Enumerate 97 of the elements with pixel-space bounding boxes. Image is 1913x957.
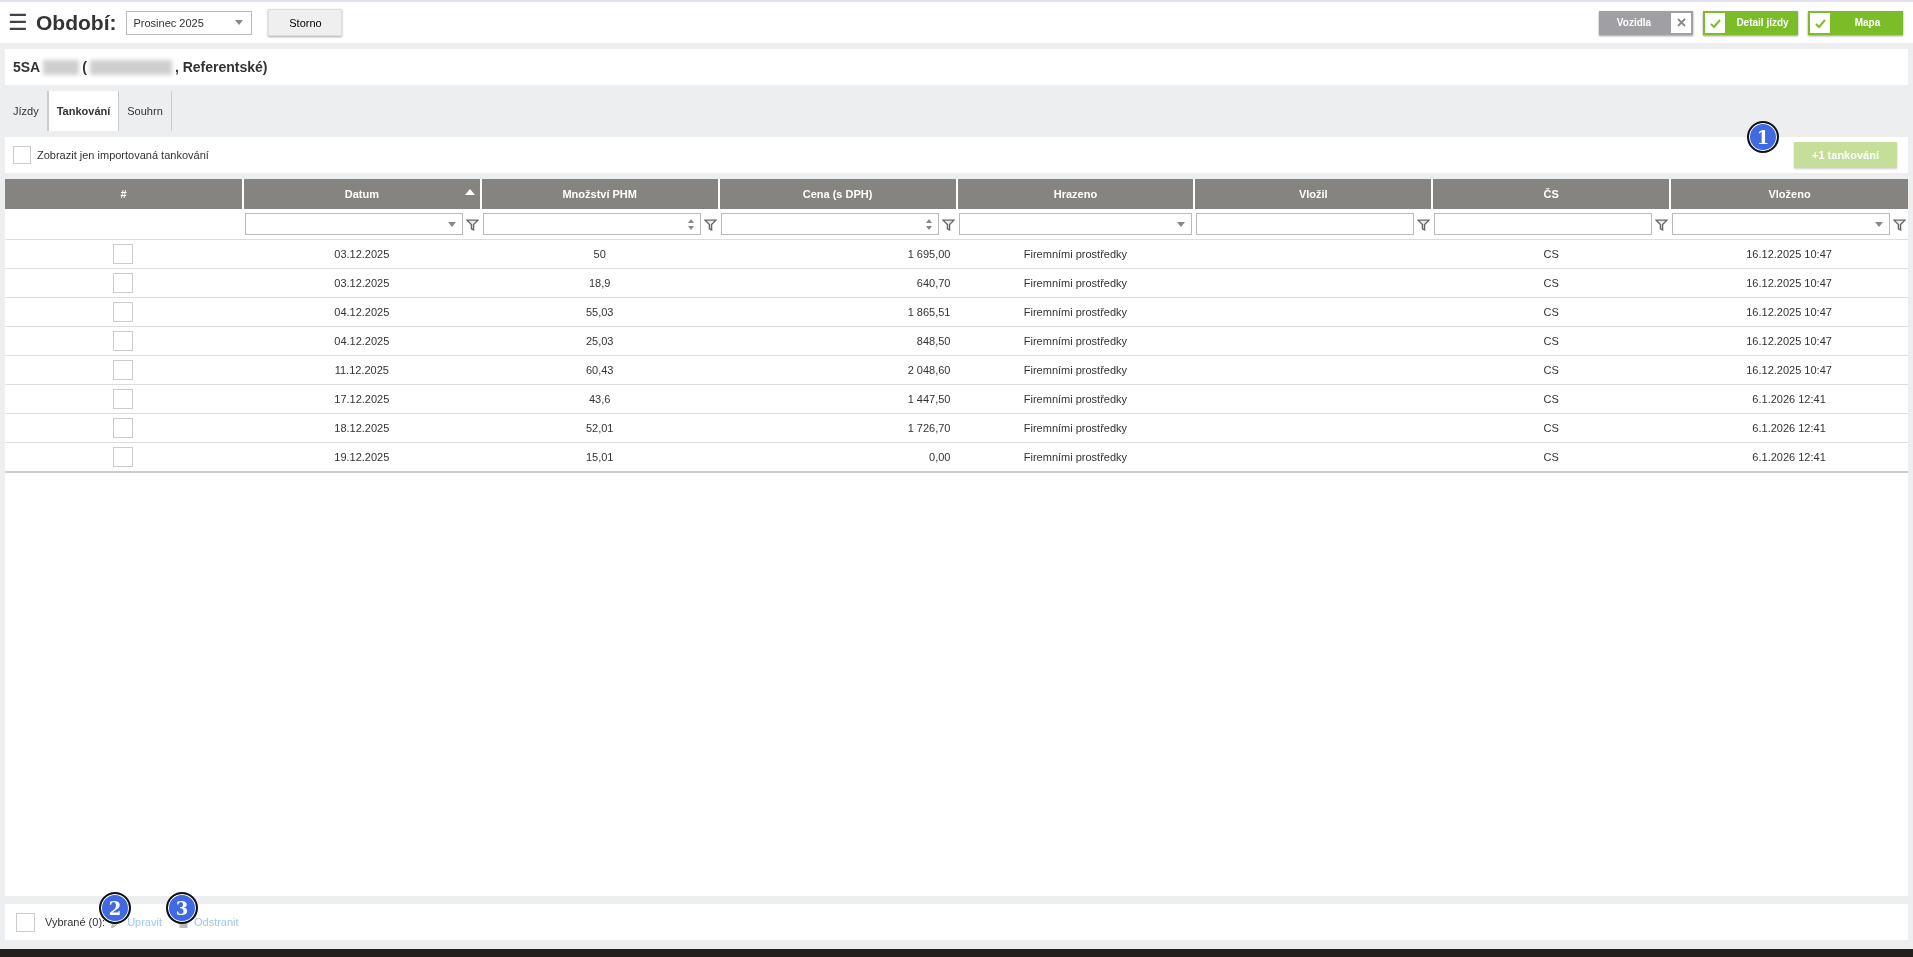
selected-count: Vybrané (0): — [45, 916, 106, 928]
table-cell: 17.12.2025 — [334, 393, 390, 405]
filter-icon[interactable] — [1655, 217, 1669, 231]
table-cell: 03.12.2025 — [334, 277, 390, 289]
table-cell: 52,01 — [585, 422, 614, 434]
table-cell: Firemními prostředky — [1023, 393, 1128, 405]
table-cell: 11.12.2025 — [334, 364, 389, 376]
dropdown-field[interactable] — [244, 213, 463, 235]
table-cell: 16.12.2025 10:47 — [1746, 248, 1832, 260]
table-cell: CS — [1543, 451, 1559, 463]
number-field[interactable] — [720, 213, 939, 235]
table-cell: 0,00 — [929, 451, 951, 463]
table-cell: CS — [1543, 277, 1559, 289]
vehicle-title: ( — [82, 59, 87, 75]
number-badge: 1 — [1747, 121, 1779, 153]
table-cell: CS — [1543, 248, 1559, 260]
column-header[interactable]: ČS — [1432, 179, 1671, 209]
table-cell: 2 048,60 — [907, 364, 951, 376]
table-cell: 04.12.2025 — [334, 306, 390, 318]
filter-icon[interactable] — [941, 217, 955, 231]
table-cell: Firemními prostředky — [1023, 248, 1128, 260]
table-cell: 1 726,70 — [907, 422, 951, 434]
period-dropdown[interactable]: Prosinec 2025 — [126, 10, 253, 35]
tab[interactable]: Jízdy — [5, 91, 48, 131]
table-cell: Firemními prostředky — [1023, 306, 1128, 318]
table-cell: 19.12.2025 — [334, 451, 390, 463]
row-checkbox[interactable] — [112, 302, 133, 322]
filter-icon[interactable] — [703, 217, 717, 231]
table-cell: 16.12.2025 10:47 — [1746, 335, 1832, 347]
table-cell: Firemními prostředky — [1023, 422, 1128, 434]
tab[interactable]: Tankování — [47, 91, 120, 131]
table-cell: 16.12.2025 10:47 — [1746, 277, 1832, 289]
table-cell: 848,50 — [916, 335, 951, 347]
dropdown-field[interactable] — [1672, 213, 1890, 235]
row-checkbox[interactable] — [112, 244, 133, 264]
table-cell: CS — [1543, 393, 1559, 405]
column-header[interactable]: Hrazeno — [956, 179, 1195, 209]
table-cell: 1 695,00 — [907, 248, 951, 260]
toggle-button[interactable]: Detail jízdy — [1703, 10, 1798, 35]
period-label: Období: — [36, 10, 117, 35]
checkbox[interactable] — [13, 146, 31, 164]
menu-icon[interactable]: ☰ — [8, 9, 28, 36]
number-field[interactable] — [482, 213, 701, 235]
tab[interactable]: Souhrn — [119, 91, 172, 131]
row-checkbox[interactable] — [112, 360, 133, 380]
redaction-blur — [43, 59, 80, 75]
table-cell: Firemními prostředky — [1023, 451, 1128, 463]
table-cell: CS — [1543, 422, 1559, 434]
table-cell: CS — [1543, 364, 1559, 376]
close-icon — [1676, 18, 1686, 27]
row-checkbox[interactable] — [112, 447, 133, 467]
table-cell: 55,03 — [585, 306, 614, 318]
column-header[interactable]: Cena (s DPH) — [718, 179, 957, 209]
row-checkbox[interactable] — [112, 418, 133, 438]
select-all-checkbox[interactable] — [16, 912, 35, 932]
table-cell: 1 447,50 — [907, 393, 951, 405]
table-cell: 6.1.2026 12:41 — [1752, 451, 1826, 463]
table-cell: Firemními prostředky — [1023, 364, 1128, 376]
column-header[interactable]: Vloženo — [1670, 179, 1908, 209]
table-cell: 6.1.2026 12:41 — [1752, 393, 1826, 405]
filter-icon[interactable] — [465, 217, 479, 231]
table-cell: 16.12.2025 10:47 — [1746, 306, 1832, 318]
table-cell: 25,03 — [585, 335, 614, 347]
table-cell: CS — [1543, 306, 1559, 318]
filter-icon[interactable] — [1417, 217, 1431, 231]
text-field[interactable] — [1196, 213, 1415, 235]
row-checkbox[interactable] — [112, 389, 133, 409]
table-cell: 1 865,51 — [907, 306, 951, 318]
checkbox-label: Zobrazit jen importovaná tankování — [37, 149, 209, 161]
table-cell: 43,6 — [588, 393, 611, 405]
column-header[interactable]: Vložil — [1194, 179, 1433, 209]
column-header[interactable]: Množství PHM — [480, 179, 719, 209]
table-cell: 16.12.2025 10:47 — [1746, 364, 1832, 376]
table-cell: 04.12.2025 — [334, 335, 390, 347]
table-cell: 60,43 — [585, 364, 614, 376]
table-cell: 640,70 — [916, 277, 951, 289]
table-cell: Firemními prostředky — [1023, 277, 1128, 289]
text-field[interactable] — [1434, 213, 1653, 235]
table-cell: CS — [1543, 335, 1559, 347]
table-cell: 50 — [593, 248, 606, 260]
table-cell: 18.12.2025 — [334, 422, 390, 434]
filter-icon[interactable] — [1893, 217, 1906, 231]
table-cell: 03.12.2025 — [334, 248, 390, 260]
table-cell: Firemními prostředky — [1023, 335, 1128, 347]
table-cell: 15,01 — [585, 451, 614, 463]
table-cell: 6.1.2026 12:41 — [1752, 422, 1826, 434]
vehicle-title: , Referentské) — [174, 59, 268, 75]
toggle-button[interactable]: Vozidla — [1599, 10, 1693, 35]
column-header[interactable]: # — [5, 179, 243, 209]
dropdown-field[interactable] — [958, 213, 1193, 235]
table-cell: 18,9 — [588, 277, 611, 289]
cancel-button[interactable]: Storno — [268, 9, 343, 36]
row-checkbox[interactable] — [112, 273, 133, 293]
column-header[interactable]: Datum — [242, 179, 481, 209]
toggle-button[interactable]: Mapa — [1808, 10, 1903, 35]
row-checkbox[interactable] — [112, 331, 133, 351]
vehicle-title: 5SA — [13, 59, 41, 75]
